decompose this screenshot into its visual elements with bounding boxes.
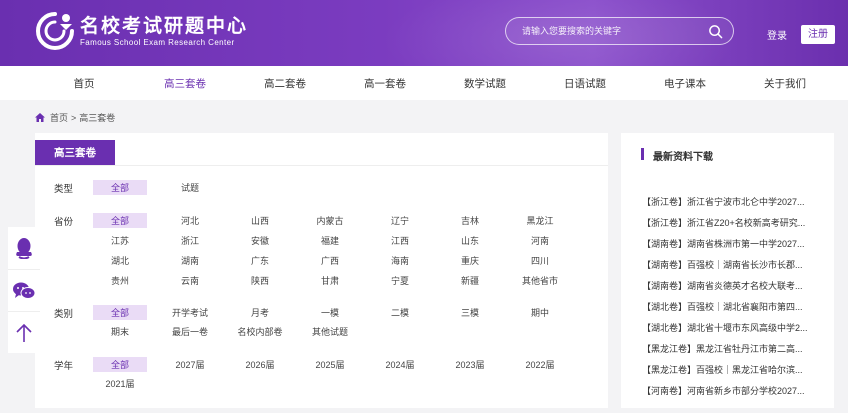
nav-item-grade10[interactable]: 高一套卷 xyxy=(364,76,406,91)
province-option[interactable]: 内蒙古 xyxy=(316,214,343,227)
type-option[interactable]: 全部 xyxy=(93,180,147,195)
category-option[interactable]: 月考 xyxy=(251,306,269,319)
side-toolbar xyxy=(8,227,40,353)
register-button[interactable]: 注册 xyxy=(801,25,835,44)
site-header: 名校考试研题中心 Famous School Exam Research Cen… xyxy=(0,0,848,66)
search-box xyxy=(505,17,734,45)
search-icon[interactable] xyxy=(708,24,723,39)
latest-item[interactable]: 【湖北卷】湖北省十堰市东风高级中学2... xyxy=(642,321,817,334)
province-option[interactable]: 其他省市 xyxy=(522,274,558,287)
year-option[interactable]: 2025届 xyxy=(315,358,344,371)
nav-item-home[interactable]: 首页 xyxy=(74,76,95,91)
province-option[interactable]: 福建 xyxy=(321,234,339,247)
latest-item[interactable]: 【黑龙江卷】百强校｜黑龙江省哈尔滨... xyxy=(642,363,817,376)
title-accent-bar xyxy=(641,148,644,160)
category-label: 类别 xyxy=(54,309,74,320)
latest-item[interactable]: 【湖南卷】湖南省炎德英才名校大联考... xyxy=(642,279,817,292)
province-option[interactable]: 全部 xyxy=(93,213,147,228)
province-option[interactable]: 新疆 xyxy=(461,274,479,287)
logo-title: 名校考试研题中心 xyxy=(80,15,249,37)
home-icon xyxy=(35,113,45,122)
nav-item-ebook[interactable]: 电子课本 xyxy=(664,76,706,91)
nav-item-grade11[interactable]: 高二套卷 xyxy=(264,76,306,91)
back-to-top-icon[interactable] xyxy=(8,311,40,353)
province-option[interactable]: 河南 xyxy=(531,234,549,247)
latest-item[interactable]: 【湖南卷】湖南省株洲市第一中学2027... xyxy=(642,237,817,250)
nav-item-grade12[interactable]: 高三套卷 xyxy=(164,76,206,91)
type-label: 类型 xyxy=(54,184,74,195)
category-option[interactable]: 一模 xyxy=(321,306,339,319)
search-input[interactable] xyxy=(522,26,702,36)
province-option[interactable]: 黑龙江 xyxy=(526,214,553,227)
breadcrumb-current: 高三套卷 xyxy=(79,113,116,123)
year-label: 学年 xyxy=(54,361,74,372)
province-option[interactable]: 云南 xyxy=(181,274,199,287)
logo-subtitle: Famous School Exam Research Center xyxy=(80,38,235,47)
province-label: 省份 xyxy=(54,217,74,228)
province-option[interactable]: 山西 xyxy=(251,214,269,227)
province-option[interactable]: 河北 xyxy=(181,214,199,227)
province-option[interactable]: 山东 xyxy=(461,234,479,247)
latest-title: 最新资料下载 xyxy=(653,152,713,163)
province-option[interactable]: 宁夏 xyxy=(391,274,409,287)
breadcrumb: 首页 > 高三套卷 xyxy=(35,111,115,124)
nav-item-math[interactable]: 数学试题 xyxy=(464,76,506,91)
site-logo[interactable]: 名校考试研题中心 Famous School Exam Research Cen… xyxy=(34,10,248,52)
category-option[interactable]: 期中 xyxy=(531,306,549,319)
latest-item[interactable]: 【湖北卷】百强校｜湖北省襄阳市第四... xyxy=(642,300,817,313)
logo-emblem-icon xyxy=(34,10,76,52)
latest-item[interactable]: 【浙江卷】浙江省宁波市北仑中学2027... xyxy=(642,195,817,208)
province-option[interactable]: 广西 xyxy=(321,254,339,267)
nav-item-about[interactable]: 关于我们 xyxy=(764,76,806,91)
year-option[interactable]: 2026届 xyxy=(245,358,274,371)
type-option[interactable]: 试题 xyxy=(181,181,199,194)
year-option[interactable]: 2027届 xyxy=(175,358,204,371)
province-option[interactable]: 重庆 xyxy=(461,254,479,267)
category-option[interactable]: 开学考试 xyxy=(172,306,208,319)
login-link[interactable]: 登录 xyxy=(767,27,787,42)
main-nav: 首页 高三套卷 高二套卷 高一套卷 数学试题 日语试题 电子课本 关于我们 xyxy=(0,66,848,100)
category-option[interactable]: 期末 xyxy=(111,325,129,338)
year-option[interactable]: 2022届 xyxy=(525,358,554,371)
panel-divider xyxy=(35,165,608,166)
province-option[interactable]: 甘肃 xyxy=(321,274,339,287)
province-option[interactable]: 湖北 xyxy=(111,254,129,267)
category-option[interactable]: 名校内部卷 xyxy=(237,325,282,338)
wechat-icon[interactable] xyxy=(8,269,40,311)
latest-item[interactable]: 【浙江卷】浙江省Z20+名校新高考研究... xyxy=(642,216,817,229)
category-option[interactable]: 其他试题 xyxy=(312,325,348,338)
filter-panel: 高三套卷 类型 全部 试题 省份 全部 河北 山西 内蒙古 辽宁 吉林 黑龙江 … xyxy=(35,133,608,408)
category-option[interactable]: 全部 xyxy=(93,305,147,320)
breadcrumb-home[interactable]: 首页 xyxy=(50,111,68,124)
province-option[interactable]: 湖南 xyxy=(181,254,199,267)
category-option[interactable]: 最后一卷 xyxy=(172,325,208,338)
province-option[interactable]: 贵州 xyxy=(111,274,129,287)
category-option[interactable]: 二模 xyxy=(391,306,409,319)
province-option[interactable]: 安徽 xyxy=(251,234,269,247)
latest-item[interactable]: 【黑龙江卷】黑龙江省牡丹江市第二高... xyxy=(642,342,817,355)
province-option[interactable]: 江西 xyxy=(391,234,409,247)
qq-icon[interactable] xyxy=(8,227,40,269)
category-option[interactable]: 三模 xyxy=(461,306,479,319)
latest-item[interactable]: 【河南卷】河南省新乡市部分学校2027... xyxy=(642,384,817,397)
latest-item[interactable]: 【湖南卷】百强校｜湖南省长沙市长郡... xyxy=(642,258,817,271)
province-option[interactable]: 浙江 xyxy=(181,234,199,247)
province-option[interactable]: 陕西 xyxy=(251,274,269,287)
province-option[interactable]: 海南 xyxy=(391,254,409,267)
panel-tab[interactable]: 高三套卷 xyxy=(35,140,115,166)
latest-downloads-panel: 最新资料下载 【浙江卷】浙江省宁波市北仑中学2027... 【浙江卷】浙江省Z2… xyxy=(621,133,834,408)
breadcrumb-separator: > xyxy=(71,112,77,123)
province-option[interactable]: 四川 xyxy=(531,254,549,267)
province-option[interactable]: 广东 xyxy=(251,254,269,267)
province-option[interactable]: 吉林 xyxy=(461,214,479,227)
year-option[interactable]: 2024届 xyxy=(385,358,414,371)
year-option[interactable]: 2021届 xyxy=(105,377,134,390)
nav-item-japanese[interactable]: 日语试题 xyxy=(564,76,606,91)
year-option[interactable]: 2023届 xyxy=(455,358,484,371)
year-option[interactable]: 全部 xyxy=(93,357,147,372)
province-option[interactable]: 江苏 xyxy=(111,234,129,247)
province-option[interactable]: 辽宁 xyxy=(391,214,409,227)
